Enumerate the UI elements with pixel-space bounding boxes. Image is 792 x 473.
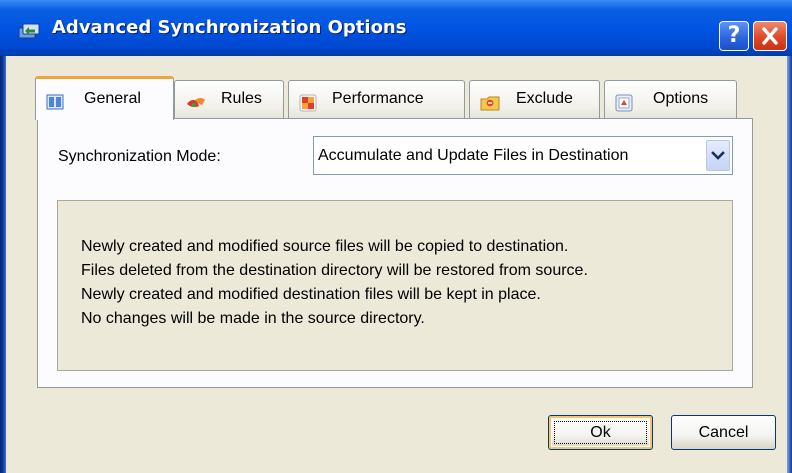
cancel-button[interactable]: Cancel	[671, 415, 776, 450]
description-line: Files deleted from the destination direc…	[81, 262, 588, 279]
options-icon	[615, 90, 633, 112]
sync-mode-value: Accumulate and Update Files in Destinati…	[318, 147, 629, 164]
tab-general[interactable]: General	[35, 76, 174, 120]
tab-rules[interactable]: Rules	[174, 80, 284, 118]
performance-icon	[299, 90, 317, 112]
help-icon: ?	[727, 23, 741, 48]
general-tab-panel: Synchronization Mode: Accumulate and Upd…	[37, 118, 753, 388]
window-title: Advanced Synchronization Options	[52, 17, 407, 38]
tab-label: Options	[653, 90, 709, 107]
tab-label: General	[84, 90, 141, 107]
tab-label: Rules	[221, 90, 262, 107]
description-line: Newly created and modified source files …	[81, 238, 569, 255]
description-line: No changes will be made in the source di…	[81, 310, 425, 327]
dialog-body: General Rules Performance Exclude Option…	[6, 56, 787, 473]
cancel-button-label: Cancel	[698, 424, 749, 441]
sync-mode-label: Synchronization Mode:	[58, 148, 221, 165]
chevron-down-icon	[711, 151, 725, 160]
description-line: Newly created and modified destination f…	[81, 286, 541, 303]
dropdown-arrow-button[interactable]	[706, 140, 730, 171]
title-bar[interactable]: Advanced Synchronization Options ?	[0, 0, 792, 56]
dialog-window: Advanced Synchronization Options ? Gener…	[0, 0, 792, 473]
ok-button[interactable]: Ok	[548, 415, 653, 450]
exclude-icon	[480, 90, 500, 111]
help-button[interactable]: ?	[719, 21, 749, 51]
general-icon	[46, 89, 64, 110]
ok-button-label: Ok	[590, 424, 611, 441]
sync-mode-select[interactable]: Accumulate and Update Files in Destinati…	[313, 136, 733, 175]
rules-icon	[185, 90, 205, 108]
window-right-border	[787, 56, 792, 473]
close-button[interactable]	[753, 21, 787, 51]
tab-performance[interactable]: Performance	[288, 80, 465, 118]
sync-app-icon	[18, 22, 40, 40]
tab-label: Performance	[332, 90, 424, 107]
tab-exclude[interactable]: Exclude	[469, 80, 600, 118]
mode-description-box: Newly created and modified source files …	[57, 200, 733, 371]
tab-options[interactable]: Options	[604, 80, 737, 118]
tab-label: Exclude	[516, 90, 573, 107]
